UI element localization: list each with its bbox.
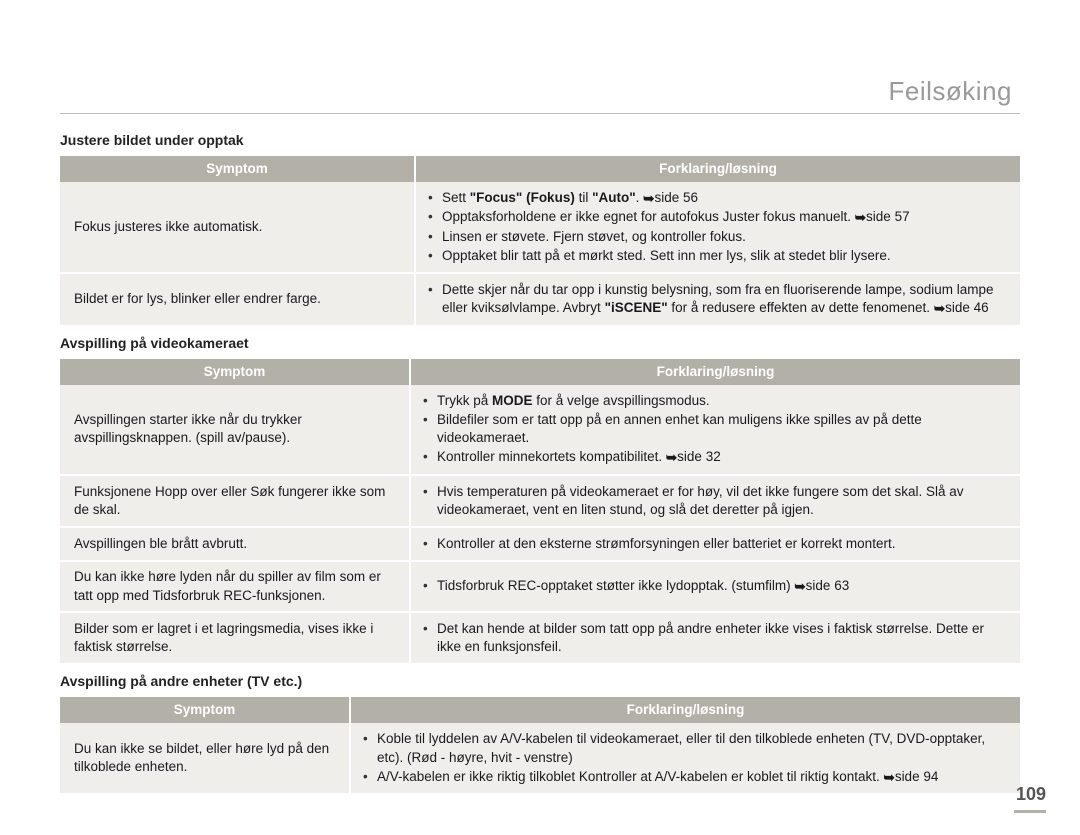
- symptom-cell: Bilder som er lagret i et lagringsmedia,…: [60, 612, 410, 664]
- solution-cell: Dette skjer når du tar opp i kunstig bel…: [415, 273, 1020, 325]
- solution-cell: Koble til lyddelen av A/V-kabelen til vi…: [350, 723, 1020, 794]
- bullet-list: Kontroller at den eksterne strømforsynin…: [419, 535, 1010, 553]
- table-row: Fokus justeres ikke automatisk. Sett "Foc…: [60, 182, 1020, 273]
- troubleshoot-table: SymptomForklaring/løsningDu kan ikke se …: [60, 697, 1020, 795]
- list-item: Det kan hende at bilder som tatt opp på …: [419, 620, 1010, 656]
- col-header-solution: Forklaring/løsning: [410, 359, 1020, 385]
- section-title: Avspilling på videokameraet: [60, 335, 1020, 351]
- symptom-cell: Funksjonene Hopp over eller Søk fungerer…: [60, 475, 410, 527]
- symptom-cell: Avspillingen starter ikke når du trykker…: [60, 385, 410, 475]
- list-item: Tidsforbruk REC-opptaket støtter ikke ly…: [419, 577, 1010, 595]
- page-ref-arrow-icon: ➥: [794, 578, 805, 596]
- list-item: Koble til lyddelen av A/V-kabelen til vi…: [359, 730, 1010, 766]
- col-header-symptom: Symptom: [60, 156, 415, 182]
- table-row: Avspillingen ble brått avbrutt. Kontrolle…: [60, 527, 1020, 561]
- symptom-cell: Du kan ikke se bildet, eller høre lyd på…: [60, 723, 350, 794]
- col-header-symptom: Symptom: [60, 697, 350, 723]
- page-ref-arrow-icon: ➥: [884, 769, 895, 787]
- troubleshoot-table: SymptomForklaring/løsningAvspillingen st…: [60, 359, 1020, 666]
- list-item: Bildefiler som er tatt opp på en annen e…: [419, 411, 1010, 447]
- solution-cell: Det kan hende at bilder som tatt opp på …: [410, 612, 1020, 664]
- list-item: Kontroller at den eksterne strømforsynin…: [419, 535, 1010, 553]
- list-item: Opptaksforholdene er ikke egnet for auto…: [424, 208, 1010, 226]
- table-row: Bildet er for lys, blinker eller endrer …: [60, 273, 1020, 325]
- page: Feilsøking Justere bildet under opptak Sy…: [0, 0, 1080, 835]
- symptom-cell: Avspillingen ble brått avbrutt.: [60, 527, 410, 561]
- col-header-symptom: Symptom: [60, 359, 410, 385]
- table-row: Du kan ikke høre lyden når du spiller av…: [60, 561, 1020, 611]
- bullet-list: Trykk på MODE for å velge avspillingsmod…: [419, 392, 1010, 467]
- bullet-list: Tidsforbruk REC-opptaket støtter ikke ly…: [419, 577, 1010, 595]
- list-item: Dette skjer når du tar opp i kunstig bel…: [424, 281, 1010, 317]
- bullet-list: Sett "Focus" (Fokus) til "Auto". ➥side 5…: [424, 189, 1010, 265]
- bullet-list: Det kan hende at bilder som tatt opp på …: [419, 620, 1010, 656]
- list-item: Kontroller minnekortets kompatibilitet. …: [419, 448, 1010, 466]
- solution-cell: Trykk på MODE for å velge avspillingsmod…: [410, 385, 1020, 475]
- header-divider: [60, 113, 1020, 114]
- col-header-solution: Forklaring/løsning: [350, 697, 1020, 723]
- bullet-list: Dette skjer når du tar opp i kunstig bel…: [424, 281, 1010, 317]
- solution-cell: Hvis temperaturen på videokameraet er fo…: [410, 475, 1020, 527]
- list-item: Linsen er støvete. Fjern støvet, og kont…: [424, 228, 1010, 246]
- symptom-cell: Fokus justeres ikke automatisk.: [60, 182, 415, 273]
- symptom-cell: Bildet er for lys, blinker eller endrer …: [60, 273, 415, 325]
- solution-cell: Sett "Focus" (Fokus) til "Auto". ➥side 5…: [415, 182, 1020, 273]
- content-area: Justere bildet under opptakSymptomForkla…: [60, 132, 1020, 795]
- solution-cell: Kontroller at den eksterne strømforsynin…: [410, 527, 1020, 561]
- table-row: Funksjonene Hopp over eller Søk fungerer…: [60, 475, 1020, 527]
- page-number-accent: [1014, 810, 1046, 813]
- list-item: Sett "Focus" (Fokus) til "Auto". ➥side 5…: [424, 189, 1010, 207]
- table-row: Du kan ikke se bildet, eller høre lyd på…: [60, 723, 1020, 794]
- table-row: Avspillingen starter ikke når du trykker…: [60, 385, 1020, 475]
- bullet-list: Hvis temperaturen på videokameraet er fo…: [419, 483, 1010, 519]
- page-ref-arrow-icon: ➥: [643, 190, 654, 208]
- col-header-solution: Forklaring/løsning: [415, 156, 1020, 182]
- page-ref-arrow-icon: ➥: [934, 300, 945, 318]
- symptom-cell: Du kan ikke høre lyden når du spiller av…: [60, 561, 410, 611]
- page-number: 109: [1016, 784, 1046, 805]
- troubleshoot-table: SymptomForklaring/løsningFokus justeres …: [60, 156, 1020, 327]
- bullet-list: Koble til lyddelen av A/V-kabelen til vi…: [359, 730, 1010, 786]
- page-ref-arrow-icon: ➥: [855, 209, 866, 227]
- list-item: Hvis temperaturen på videokameraet er fo…: [419, 483, 1010, 519]
- section-title: Avspilling på andre enheter (TV etc.): [60, 673, 1020, 689]
- section-title: Justere bildet under opptak: [60, 132, 1020, 148]
- solution-cell: Tidsforbruk REC-opptaket støtter ikke ly…: [410, 561, 1020, 611]
- list-item: A/V-kabelen er ikke riktig tilkoblet Kon…: [359, 768, 1010, 786]
- page-ref-arrow-icon: ➥: [666, 449, 677, 467]
- page-title: Feilsøking: [60, 76, 1020, 113]
- table-row: Bilder som er lagret i et lagringsmedia,…: [60, 612, 1020, 664]
- list-item: Trykk på MODE for å velge avspillingsmod…: [419, 392, 1010, 410]
- list-item: Opptaket blir tatt på et mørkt sted. Set…: [424, 247, 1010, 265]
